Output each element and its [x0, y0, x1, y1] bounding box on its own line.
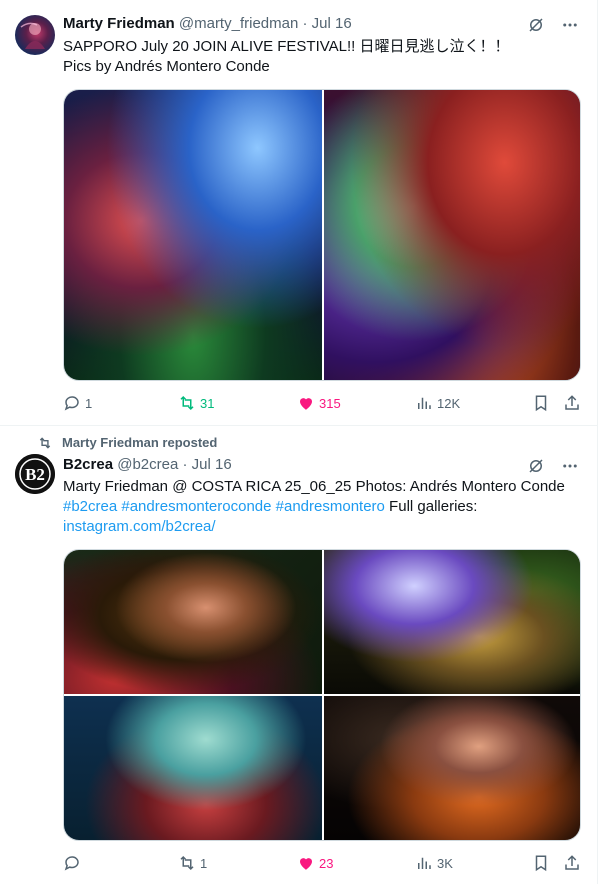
hashtag-links[interactable]: #b2crea #andresmonteroconde #andresmonte…: [63, 498, 385, 515]
reply-count: 1: [85, 395, 93, 411]
reply-button[interactable]: 1: [63, 393, 92, 413]
bookmark-button[interactable]: [532, 393, 550, 413]
photo-guitarist-closeup[interactable]: [64, 550, 322, 694]
bookmark-icon: [535, 395, 547, 412]
views-count: 3K: [437, 855, 453, 871]
repost-icon: [180, 855, 194, 871]
repost-indicator[interactable]: Marty Friedman reposted: [38, 435, 217, 450]
share-icon: [565, 855, 579, 870]
views-count: 12K: [437, 395, 461, 411]
photo-bassist-blonde[interactable]: [64, 696, 322, 840]
photo-guitarist[interactable]: [64, 90, 322, 380]
reply-icon: [64, 396, 79, 411]
repost-count: 1: [200, 855, 208, 871]
views-button[interactable]: 3K: [415, 853, 453, 873]
author-name[interactable]: Marty Friedman: [63, 15, 175, 32]
svg-text:B2: B2: [25, 465, 45, 484]
photo-bassist[interactable]: [324, 90, 580, 380]
author-handle[interactable]: @b2crea: [117, 456, 178, 473]
repost-count: 31: [200, 395, 215, 411]
tweet-text-fragment: Full galleries:: [384, 498, 478, 515]
views-button[interactable]: 12K: [415, 393, 460, 413]
views-icon: [418, 857, 431, 869]
separator: ·: [182, 456, 188, 473]
heart-icon: [300, 858, 312, 870]
b2crea-logo: B2: [15, 454, 55, 494]
like-count: 315: [319, 395, 341, 411]
bookmark-button[interactable]: [532, 853, 550, 873]
share-button[interactable]: [563, 393, 581, 413]
tweet-date[interactable]: Jul 16: [192, 456, 232, 473]
tweet-date[interactable]: Jul 16: [312, 15, 352, 32]
avatar[interactable]: B2: [15, 454, 55, 494]
repost-icon: [39, 436, 51, 449]
author-name[interactable]: B2crea: [63, 456, 113, 473]
views-icon: [418, 397, 431, 409]
avatar-image: [20, 22, 45, 49]
reply-button[interactable]: [63, 853, 85, 873]
repost-icon: [180, 395, 194, 411]
tweet[interactable]: Marty Friedman @marty_friedman · Jul 16 …: [0, 0, 598, 425]
photo-drummer[interactable]: [324, 550, 580, 694]
media-grid: [63, 89, 581, 381]
tweet-text-line: #b2crea #andresmonteroconde #andresmonte…: [63, 497, 583, 517]
tweet-text-line: Marty Friedman @ COSTA RICA 25_06_25 Pho…: [63, 478, 565, 495]
share-button[interactable]: [563, 853, 581, 873]
reply-icon: [64, 856, 79, 871]
tweet-text-line: Pics by Andrés Montero Conde: [63, 58, 270, 75]
tweet-text: SAPPORO July 20 JOIN ALIVE FESTIVAL!! 日曜…: [63, 37, 583, 77]
tweet-header: B2crea @b2crea · Jul 16: [63, 456, 232, 474]
repost-label: Marty Friedman reposted: [62, 435, 218, 450]
bookmark-icon: [535, 855, 547, 872]
like-count: 23: [319, 855, 334, 871]
more-icon[interactable]: [560, 15, 580, 35]
tweet-top-actions: [526, 456, 580, 476]
media-grid: [63, 549, 581, 841]
repost-button[interactable]: 1: [178, 853, 207, 873]
tweet-text: Marty Friedman @ COSTA RICA 25_06_25 Pho…: [63, 477, 583, 537]
tweet-text-line: instagram.com/b2crea/: [63, 517, 583, 537]
like-button[interactable]: 23: [297, 853, 333, 873]
share-icon: [565, 395, 579, 410]
photo-bassist-pointing[interactable]: [324, 696, 580, 840]
tweet-actions: 1 23 3K: [63, 853, 583, 873]
external-link[interactable]: instagram.com/b2crea/: [63, 518, 216, 535]
tweet-header: Marty Friedman @marty_friedman · Jul 16: [63, 15, 352, 33]
tweet-top-actions: [526, 15, 580, 35]
heart-icon: [300, 398, 312, 410]
tweet-text-line: SAPPORO July 20 JOIN ALIVE FESTIVAL!! 日曜…: [63, 38, 510, 55]
tweet[interactable]: Marty Friedman reposted B2 B2crea @b2cre…: [0, 426, 598, 884]
author-handle[interactable]: @marty_friedman: [179, 15, 298, 32]
more-icon[interactable]: [560, 456, 580, 476]
like-button[interactable]: 315: [297, 393, 341, 413]
repost-button[interactable]: 31: [178, 393, 214, 413]
grok-icon[interactable]: [526, 15, 546, 35]
avatar[interactable]: [15, 15, 55, 55]
tweet-actions: 1 31 315 12K: [63, 393, 583, 413]
grok-icon[interactable]: [526, 456, 546, 476]
separator: ·: [302, 15, 308, 32]
